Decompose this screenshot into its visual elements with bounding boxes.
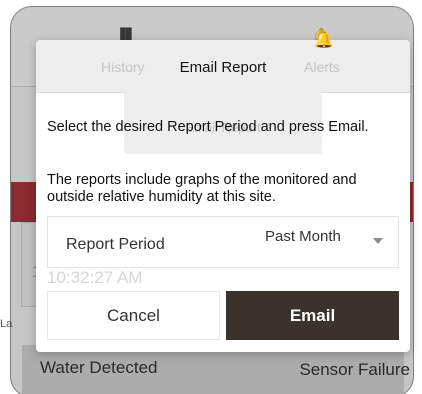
report-period-select[interactable]: Report Period Past Month xyxy=(47,216,399,268)
report-period-value: Past Month xyxy=(265,228,341,245)
email-button[interactable]: Email xyxy=(226,291,399,340)
dialog-title: Email Report xyxy=(179,59,267,76)
email-report-dialog: History Alerts 🔔 Email Report Email Repo… xyxy=(36,32,410,352)
ghost-time: 10:32:27 AM xyxy=(47,268,143,287)
dialog-description: The reports include graphs of the monito… xyxy=(47,172,357,205)
cancel-button[interactable]: Cancel xyxy=(47,291,220,340)
chevron-down-icon xyxy=(373,238,383,244)
report-period-label: Report Period xyxy=(66,236,165,253)
bell-icon: 🔔 xyxy=(314,32,334,49)
dialog-instruction: Select the desired Report Period and pre… xyxy=(47,119,369,135)
dialog-header: History Alerts 🔔 Email Report xyxy=(36,32,410,93)
